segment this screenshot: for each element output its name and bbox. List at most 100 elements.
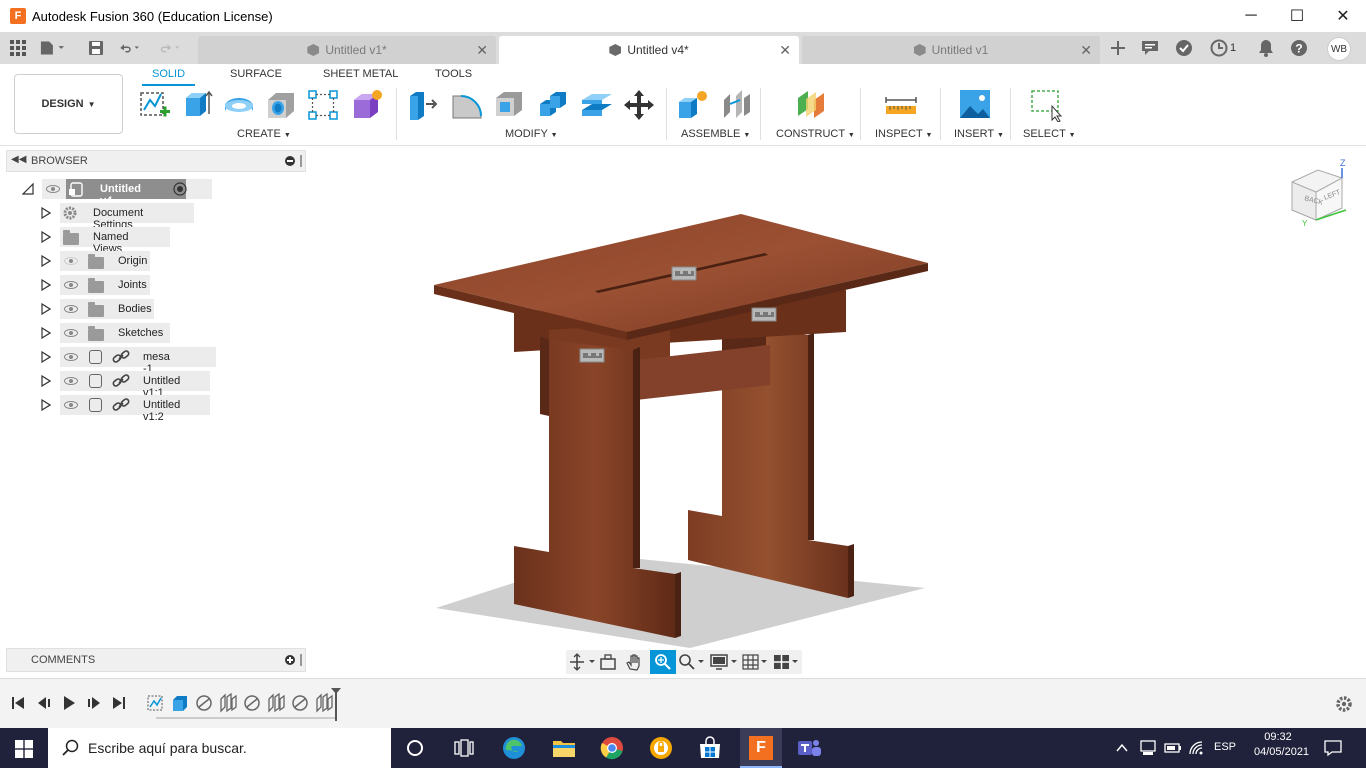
- pattern-icon[interactable]: [306, 88, 340, 122]
- tab-untitled-v4[interactable]: Untitled v4* ✕: [499, 36, 799, 64]
- windows-start-icon[interactable]: [15, 740, 33, 758]
- tab-sheet-metal[interactable]: SHEET METAL: [323, 68, 398, 80]
- expand-triangle-icon[interactable]: [41, 303, 51, 315]
- move-copy-icon[interactable]: [622, 88, 656, 122]
- select-group-label[interactable]: SELECT ▼: [1023, 128, 1076, 140]
- timeline-joint-feature-icon[interactable]: [242, 693, 262, 713]
- action-center-notification-icon[interactable]: [1324, 739, 1342, 757]
- expand-triangle-icon[interactable]: [41, 279, 51, 291]
- new-component-icon[interactable]: [676, 88, 710, 122]
- user-avatar[interactable]: WB: [1327, 37, 1351, 61]
- step-forward-icon[interactable]: [86, 695, 102, 711]
- activate-radio-icon[interactable]: [173, 182, 187, 196]
- visibility-eye-icon[interactable]: [64, 377, 78, 385]
- data-panel-grid-icon[interactable]: [6, 36, 30, 60]
- tab-solid[interactable]: SOLID: [141, 68, 196, 86]
- go-to-start-icon[interactable]: [10, 695, 26, 711]
- workspace-switcher-button[interactable]: DESIGN ▼: [14, 74, 123, 134]
- expand-triangle-icon[interactable]: [41, 207, 51, 219]
- expand-triangle-icon[interactable]: [41, 399, 51, 411]
- battery-icon[interactable]: [1164, 740, 1182, 756]
- clock[interactable]: 09:32 04/05/2021: [1254, 731, 1309, 758]
- expand-triangle-icon[interactable]: [41, 375, 51, 387]
- extrude-icon[interactable]: [180, 88, 214, 122]
- expand-triangle-icon[interactable]: [41, 231, 51, 243]
- press-pull-icon[interactable]: [406, 88, 440, 122]
- timeline-joint-feature-icon[interactable]: [218, 693, 238, 713]
- notifications-bell-icon[interactable]: [1254, 36, 1278, 60]
- chat-icon[interactable]: [1138, 36, 1162, 60]
- modify-group-label[interactable]: MODIFY ▼: [505, 128, 558, 140]
- visibility-eye-icon[interactable]: [64, 401, 78, 409]
- show-hidden-icons-chevron-icon[interactable]: [1116, 743, 1128, 753]
- insert-group-label[interactable]: INSERT ▼: [954, 128, 1004, 140]
- task-view-icon[interactable]: [454, 739, 474, 757]
- step-back-icon[interactable]: [36, 695, 52, 711]
- look-at-icon[interactable]: [599, 653, 617, 671]
- viewports-icon[interactable]: [773, 653, 801, 671]
- offset-face-icon[interactable]: [580, 88, 614, 122]
- new-tab-plus-icon[interactable]: [1106, 36, 1130, 60]
- timeline-sketch-feature-icon[interactable]: [146, 693, 166, 713]
- offset-plane-icon[interactable]: [794, 88, 828, 122]
- play-icon[interactable]: [61, 695, 77, 711]
- add-comment-icon[interactable]: [285, 655, 295, 665]
- teams-icon[interactable]: [796, 736, 822, 760]
- visibility-eye-icon[interactable]: [64, 305, 78, 313]
- timeline-joint-feature-icon[interactable]: [194, 693, 214, 713]
- construct-group-label[interactable]: CONSTRUCT ▼: [776, 128, 855, 140]
- combine-icon[interactable]: [536, 88, 570, 122]
- expand-triangle-icon[interactable]: [41, 351, 51, 363]
- inspect-group-label[interactable]: INSPECT ▼: [875, 128, 932, 140]
- fusion-taskbar-button-active[interactable]: F: [740, 728, 782, 768]
- tab-surface[interactable]: SURFACE: [230, 68, 282, 80]
- visibility-eye-icon[interactable]: [64, 329, 78, 337]
- table-model-render[interactable]: BACK LEFT Z Y: [306, 146, 1366, 678]
- input-language-indicator[interactable]: ESP: [1214, 741, 1236, 753]
- panel-pin-icon[interactable]: [300, 654, 302, 666]
- collapse-browser-icon[interactable]: [285, 156, 295, 166]
- expand-triangle-icon[interactable]: [41, 255, 51, 267]
- view-cube[interactable]: BACK LEFT Z Y: [1291, 158, 1347, 228]
- collapse-triangle-icon[interactable]: [22, 183, 34, 195]
- undo-icon[interactable]: [118, 36, 142, 60]
- create-group-label[interactable]: CREATE ▼: [237, 128, 291, 140]
- visibility-eye-icon[interactable]: [64, 353, 78, 361]
- timeline-marker-handle[interactable]: [330, 687, 342, 721]
- cortana-circle-icon[interactable]: [406, 739, 424, 757]
- tab-untitled-v1-modified[interactable]: Untitled v1* ✕: [198, 36, 496, 64]
- timeline-joint-feature-icon[interactable]: [266, 693, 286, 713]
- tab-tools[interactable]: TOOLS: [435, 68, 472, 80]
- chrome-icon[interactable]: [600, 736, 624, 760]
- display-settings-icon[interactable]: [710, 653, 740, 671]
- joint-icon[interactable]: [720, 88, 754, 122]
- go-to-end-icon[interactable]: [111, 695, 127, 711]
- fit-zoom-window-icon[interactable]: [678, 653, 706, 671]
- joint-marker-icon[interactable]: [579, 348, 605, 363]
- tab-untitled-v1[interactable]: Untitled v1 ✕: [802, 36, 1100, 64]
- visibility-eye-icon[interactable]: [64, 281, 78, 289]
- save-icon[interactable]: [84, 36, 108, 60]
- hole-icon[interactable]: [264, 88, 298, 122]
- help-icon[interactable]: ?: [1287, 36, 1311, 60]
- extensions-icon[interactable]: [1172, 36, 1196, 60]
- measure-icon[interactable]: [884, 88, 918, 122]
- tray-device-icon[interactable]: [1140, 740, 1156, 756]
- 3d-viewport-canvas[interactable]: BACK LEFT Z Y: [306, 146, 1366, 678]
- maximize-button[interactable]: ☐: [1274, 0, 1320, 32]
- close-tab-icon[interactable]: ✕: [476, 42, 488, 59]
- timeline-joint-feature-icon[interactable]: [290, 693, 310, 713]
- microsoft-store-icon[interactable]: [698, 736, 722, 760]
- visibility-eye-icon[interactable]: [46, 185, 60, 193]
- joint-marker-icon[interactable]: [751, 307, 777, 322]
- shell-icon[interactable]: [492, 88, 526, 122]
- revolve-icon[interactable]: [222, 88, 256, 122]
- create-form-icon[interactable]: [350, 88, 384, 122]
- window-select-icon[interactable]: [1030, 88, 1064, 122]
- insert-image-icon[interactable]: [958, 88, 992, 122]
- redo-icon[interactable]: [160, 36, 184, 60]
- expand-triangle-icon[interactable]: [41, 327, 51, 339]
- zoom-button-active[interactable]: [650, 650, 676, 674]
- hidden-eye-icon[interactable]: [64, 257, 78, 265]
- minimize-button[interactable]: ─: [1228, 0, 1274, 32]
